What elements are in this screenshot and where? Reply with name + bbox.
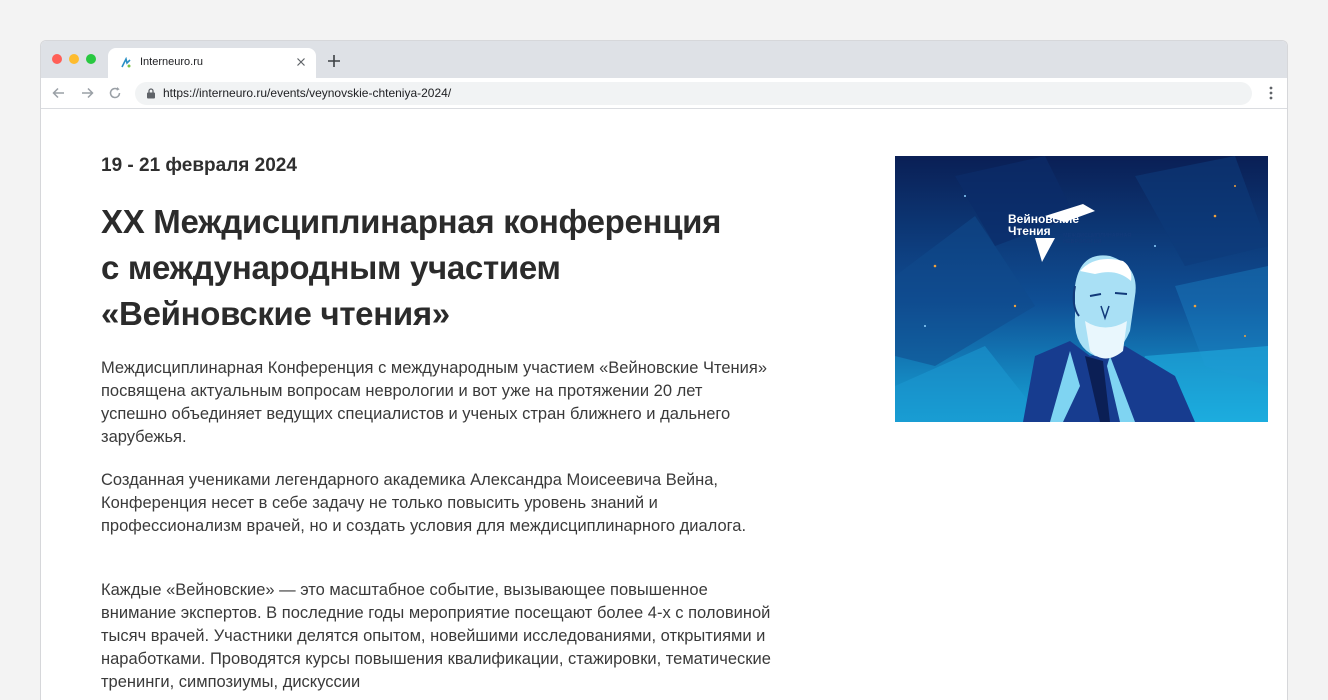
back-arrow-icon[interactable] [51, 85, 67, 101]
reload-icon[interactable] [107, 85, 123, 101]
minimize-window-button[interactable] [69, 54, 79, 64]
title-line: с международным участием [101, 249, 561, 286]
url-text: https://interneuro.ru/events/veynovskie-… [163, 86, 452, 100]
tab-interneuro[interactable]: Interneuro.ru [108, 48, 316, 78]
event-date: 19 - 21 февраля 2024 [101, 155, 297, 176]
banner-subtitle-line: НЕВРОЛОГИЯ [1063, 239, 1102, 245]
banner-artwork [895, 156, 1268, 422]
banner-subtitle: МЕЖДИСЦИПЛИНАРНАЯ НЕВРОЛОГИЯ [1063, 233, 1133, 245]
page-content: 19 - 21 февраля 2024 XX Междисциплинарна… [41, 109, 1287, 700]
forward-arrow-icon[interactable] [79, 85, 95, 101]
browser-toolbar: https://interneuro.ru/events/veynovskie-… [41, 78, 1287, 109]
title-line: «Вейновские чтения» [101, 295, 450, 332]
event-banner-image: Вейновские Чтения МЕЖДИСЦИПЛИНАРНАЯ НЕВР… [895, 156, 1268, 422]
interneuro-favicon-icon [121, 57, 131, 68]
description-paragraph: Созданная учениками легендарного академи… [101, 471, 747, 535]
page-title: XX Междисциплинарная конференция с между… [101, 199, 801, 337]
description-paragraph: Междисциплинарная Конференция с междунар… [101, 359, 767, 446]
more-menu-icon[interactable] [1269, 86, 1273, 100]
close-window-button[interactable] [52, 54, 62, 64]
maximize-window-button[interactable] [86, 54, 96, 64]
tab-strip: Interneuro.ru [41, 41, 1287, 78]
description-paragraph: Каждые «Вейновские» — это масштабное соб… [101, 581, 771, 691]
plus-icon[interactable] [326, 53, 342, 69]
browser-window: Interneuro.ru https://interneuro.ru/even… [40, 40, 1288, 700]
address-bar[interactable]: https://interneuro.ru/events/veynovskie-… [135, 82, 1252, 105]
close-tab-icon[interactable] [294, 55, 308, 69]
title-line: XX Междисциплинарная конференция [101, 203, 722, 240]
tab-title: Interneuro.ru [140, 56, 203, 68]
lock-icon [147, 88, 155, 99]
